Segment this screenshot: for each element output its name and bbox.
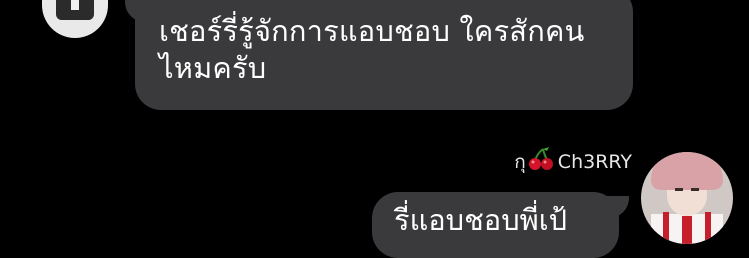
sender-name-suffix: Ch3RRY	[557, 151, 632, 173]
avatar-eye	[691, 188, 699, 191]
message-line-2: ไหมครับ	[159, 51, 267, 85]
sender-name-prefix: กุ	[514, 151, 526, 173]
bubble-tail	[125, 0, 151, 22]
avatar-strap-right	[705, 212, 711, 244]
avatar-eye	[675, 188, 683, 191]
message-bubble-received[interactable]: เชอร์รี่รู้จักการแอบชอบ ใครสักคน ไหมครับ	[125, 0, 633, 110]
message-bubble-sent[interactable]: รี่แอบชอบพี่เป้	[372, 192, 629, 258]
message-text: รี่แอบชอบพี่เป้	[394, 203, 568, 237]
avatar-shirt	[71, 0, 79, 10]
avatar-tie	[682, 216, 692, 244]
cherry-icon	[528, 147, 554, 178]
avatar-sender[interactable]	[641, 152, 733, 244]
avatar-other-user[interactable]	[42, 0, 108, 38]
message-line-1: เชอร์รี่รู้จักการแอบชอบ ใครสักคน	[159, 14, 585, 48]
bubble-tail	[603, 196, 629, 218]
avatar-hair	[651, 152, 723, 190]
avatar-strap-left	[663, 212, 669, 244]
message-text: เชอร์รี่รู้จักการแอบชอบ ใครสักคน ไหมครับ	[159, 13, 613, 87]
sender-name[interactable]: กุ Ch3RRY	[514, 147, 632, 178]
